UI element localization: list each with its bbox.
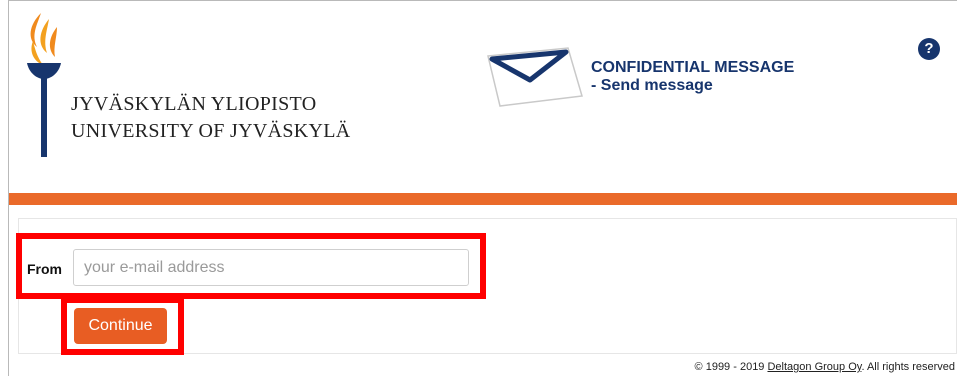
page-title-sub: - Send message: [591, 77, 713, 94]
university-name-finnish: JYVÄSKYLÄN YLIOPISTO: [71, 93, 317, 115]
email-field[interactable]: [73, 249, 469, 286]
from-label: From: [27, 261, 62, 277]
university-name-english: UNIVERSITY OF JYVÄSKYLÄ: [71, 120, 351, 142]
company-link[interactable]: Deltagon Group Oy: [767, 361, 861, 373]
page-title-main: CONFIDENTIAL MESSAGE: [591, 59, 795, 76]
envelope-icon: [487, 47, 583, 107]
header-accent-bar: [9, 193, 957, 205]
continue-button[interactable]: Continue: [74, 308, 167, 344]
copyright-prefix: © 1999 - 2019: [694, 361, 768, 373]
help-icon[interactable]: ?: [918, 38, 940, 60]
torch-logo-icon: [27, 13, 61, 157]
page-header: JYVÄSKYLÄN YLIOPISTO UNIVERSITY OF JYVÄS…: [9, 1, 957, 193]
page-title: CONFIDENTIAL MESSAGE - Send message: [591, 59, 794, 95]
university-logo: JYVÄSKYLÄN YLIOPISTO UNIVERSITY OF JYVÄS…: [19, 11, 359, 161]
copyright-suffix: . All rights reserved: [861, 361, 955, 373]
footer: © 1999 - 2019 Deltagon Group Oy. All rig…: [0, 361, 955, 373]
